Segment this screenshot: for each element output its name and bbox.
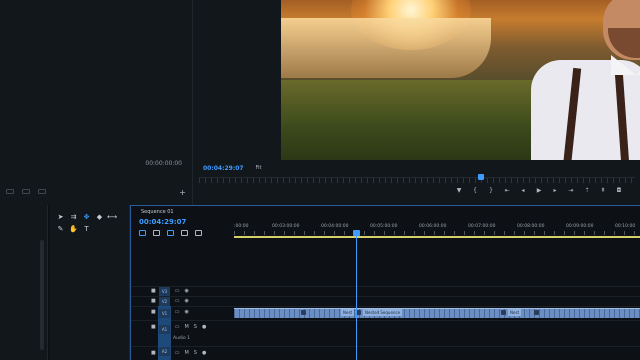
marker-icon[interactable]: ▼ [455,188,463,194]
timeline-tools [139,230,202,236]
premiere-workspace: 00:00:00:00 + 00:04:29:07 Fit ▼ {} ⇤ ◂ … [0,0,640,360]
clip-fx-icon [501,310,506,315]
mic-icon[interactable]: ● [202,350,206,356]
lift-icon[interactable]: ⇡ [583,188,591,194]
sync-icon[interactable]: ▭ [175,288,180,294]
overwrite-icon[interactable] [22,189,30,194]
linked-selection-icon[interactable] [167,230,174,236]
sync-icon[interactable]: ▭ [175,350,180,356]
eye-icon[interactable]: ◉ [184,309,188,315]
sync-icon[interactable]: ▭ [175,309,180,315]
lock-icon[interactable]: ■ [151,298,156,304]
in-icon[interactable]: { [471,188,479,194]
lock-icon[interactable]: ■ [151,309,156,315]
lake-water [281,18,491,78]
program-timecode[interactable]: 00:04:29:07 [203,165,244,172]
solo-icon[interactable]: S [194,350,197,356]
transport-controls: ▼ { } ⇤ ◂ ▶ ▸ ⇥ ⇡ ⇞ ◘ [455,188,623,194]
add-button[interactable]: + [179,188,186,197]
nested-clip-track[interactable] [234,308,640,318]
ruler-label: 00:07:00:00 [468,224,496,229]
program-info-bar: 00:04:29:07 Fit [193,160,640,176]
settings-wrench-icon[interactable] [195,230,202,236]
sync-icon[interactable]: ▭ [175,298,180,304]
clip-label[interactable]: Nest [508,309,522,316]
timeline-playhead[interactable] [353,230,360,236]
sequence-tab[interactable]: Sequence 01 [141,209,174,215]
ruler-label: 00:03:00:00 [272,224,300,229]
track-controls-v3: ■ ▭ ◉ [151,288,189,294]
clip-fx-icon [301,310,306,315]
track-row-v3 [131,286,640,296]
ruler-label: 00:04:00:00 [321,224,349,229]
audio-track-label: Audio 1 [173,336,191,341]
pen-tool-icon[interactable]: ✎ [56,225,65,234]
sync-icon[interactable]: ▭ [175,324,180,330]
slip-tool-icon[interactable]: ⟷ [107,213,117,222]
zoom-select[interactable]: Fit [256,165,262,171]
ruler-label: 00:05:00:00 [370,224,398,229]
ruler-ticks [234,231,640,235]
person-beard [608,28,640,58]
ruler-label: 00:09:00:00 [566,224,594,229]
eye-icon[interactable]: ◉ [184,288,188,294]
selection-tool-icon[interactable]: ➤ [56,213,65,222]
track-controls-v2: ■ ▭ ◉ [151,298,189,304]
add-marker-icon[interactable] [181,230,188,236]
timeline-playhead-line [356,232,357,360]
export-frame-icon[interactable] [38,189,46,194]
play-icon[interactable]: ▶ [535,188,543,194]
lock-icon[interactable]: ■ [151,324,156,330]
track-controls-a1: ■ ▭ M S ● [151,324,206,330]
lock-icon[interactable]: ■ [151,288,156,294]
go-to-out-icon[interactable]: ⇥ [567,188,575,194]
clip-fx-icon [534,310,539,315]
track-controls-a2: ■ ▭ M S ● [151,350,206,356]
clip-label[interactable]: Nested Sequence [363,309,403,316]
go-to-in-icon[interactable]: ⇤ [503,188,511,194]
track-row-a1 [131,320,640,330]
extract-icon[interactable]: ⇞ [599,188,607,194]
mute-icon[interactable]: M [184,350,188,356]
ruler-label: :00:00 [234,224,249,229]
timeline-timecode[interactable]: 00:04:29:07 [139,218,186,226]
mute-icon[interactable]: M [184,324,188,330]
eye-icon[interactable]: ◉ [184,298,188,304]
timeline-panel: Sequence 01 00:04:29:07 :00:00 00:03:00:… [130,205,640,360]
track-row-a2 [131,346,640,356]
tools-panel: ➤ ⇉ ✥ ◆ ⟷ ✎ ✋ T [50,205,130,360]
ruler-label: 00:06:00:00 [419,224,447,229]
program-playhead[interactable] [478,174,484,180]
work-area-bar[interactable] [234,236,640,238]
track-select-tool-icon[interactable]: ⇉ [69,213,78,222]
program-monitor-panel: 00:04:29:07 Fit ▼ { } ⇤ ◂ ▶ ▸ ⇥ ⇡ ⇞ ◘ [193,0,640,205]
source-controls [6,189,46,194]
track-row-v2 [131,296,640,306]
snap-icon[interactable] [153,230,160,236]
solo-icon[interactable]: S [194,324,197,330]
step-back-icon[interactable]: ◂ [519,188,527,194]
nest-icon[interactable] [139,230,146,236]
source-monitor-panel: 00:00:00:00 + [0,0,193,205]
mic-icon[interactable]: ● [202,324,206,330]
out-icon[interactable]: } [487,188,495,194]
ruler-label: 00:10:00 [615,224,636,229]
program-video-frame [281,0,640,160]
program-scrubber[interactable] [199,177,635,183]
type-tool-icon[interactable]: T [82,225,91,234]
source-timecode: 00:00:00:00 [145,160,182,167]
clip-label[interactable]: Nest [341,309,355,316]
insert-icon[interactable] [6,189,14,194]
hand-tool-icon[interactable]: ✋ [69,225,78,234]
track-controls-v1: ■ ▭ ◉ [151,309,189,315]
ripple-edit-tool-icon[interactable]: ✥ [82,213,91,222]
lock-icon[interactable]: ■ [151,350,156,356]
razor-tool-icon[interactable]: ◆ [95,213,104,222]
step-forward-icon[interactable]: ▸ [551,188,559,194]
ruler-label: 00:08:00:00 [517,224,545,229]
project-scrollbar[interactable] [40,240,44,350]
camera-icon[interactable]: ◘ [615,188,623,194]
